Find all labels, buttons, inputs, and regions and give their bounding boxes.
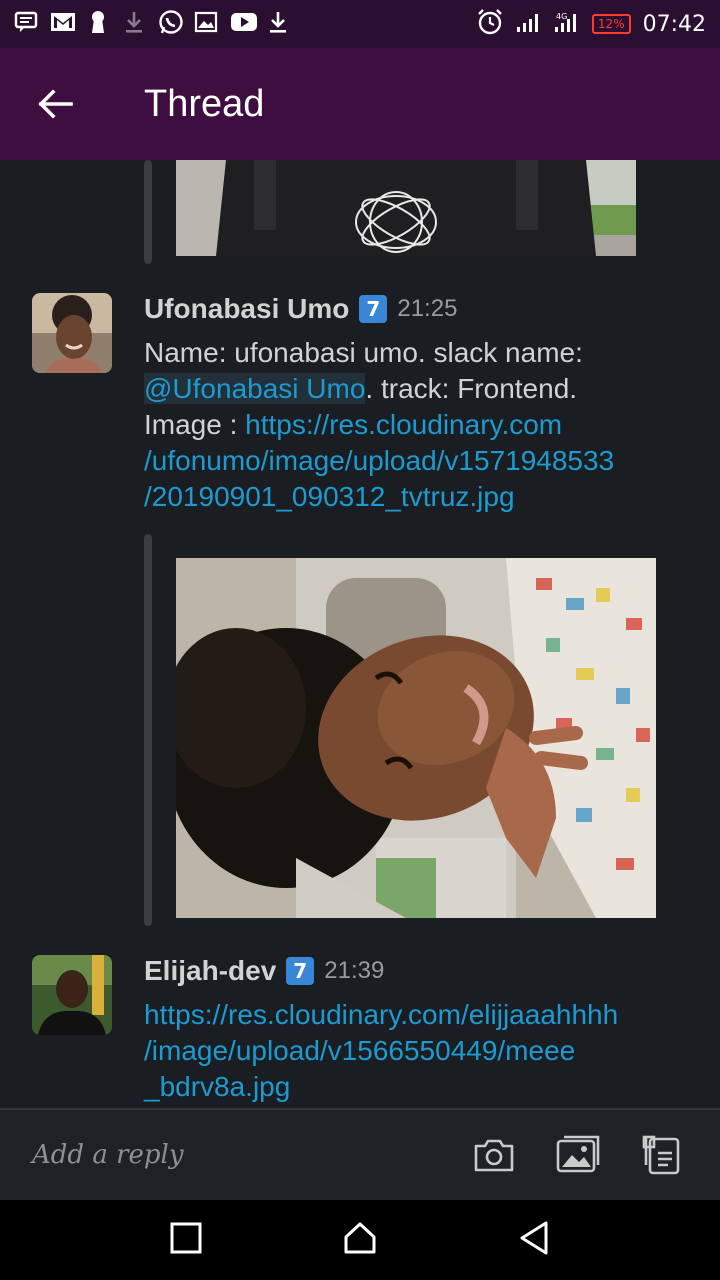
keycap-seven-emoji: 7	[359, 295, 388, 323]
avatar[interactable]	[32, 955, 112, 1035]
message-header: Ufonabasi Umo 7 21:25	[144, 293, 457, 325]
keyhole-icon	[86, 9, 110, 40]
message-text: Name: ufonabasi umo. slack name: @Ufonab…	[144, 335, 704, 515]
message-text-part: Name: ufonabasi umo. slack name:	[144, 337, 583, 368]
reply-input[interactable]: Add a reply	[32, 1140, 184, 1170]
signal-icon	[516, 11, 542, 37]
svg-text:4G: 4G	[556, 12, 567, 21]
timestamp: 21:39	[324, 957, 385, 984]
gallery-icon	[194, 11, 218, 38]
files-button[interactable]	[640, 1133, 684, 1177]
back-nav-button[interactable]	[518, 1220, 550, 1260]
home-icon	[344, 1222, 376, 1254]
gmail-icon	[50, 11, 75, 38]
arrow-left-icon	[38, 89, 73, 119]
back-button[interactable]	[0, 48, 110, 160]
attachment-image[interactable]	[176, 558, 656, 918]
image-link[interactable]: _bdrv8a.jpg	[144, 1071, 290, 1102]
battery-indicator: 12%	[591, 14, 631, 34]
message-notification-icon	[14, 11, 38, 38]
image-link[interactable]: https://res.cloudinary.com/elijjaaahhhh	[144, 999, 618, 1030]
download-icon	[266, 10, 290, 39]
timestamp: 21:25	[397, 295, 458, 322]
image-gallery-icon	[556, 1135, 600, 1173]
image-link[interactable]: https://res.cloudinary.com	[245, 409, 562, 440]
square-icon	[170, 1222, 202, 1254]
message-text-part: . track: Frontend.	[365, 373, 578, 404]
gallery-button[interactable]	[556, 1133, 600, 1177]
triangle-back-icon	[520, 1221, 548, 1255]
thread-header: Thread	[0, 48, 720, 160]
recents-button[interactable]	[170, 1222, 202, 1258]
message-header: Elijah-dev 7 21:39	[144, 955, 384, 987]
user-mention[interactable]: @Ufonabasi Umo	[144, 373, 366, 404]
message-text: https://res.cloudinary.com/elijjaaahhhh …	[144, 997, 704, 1105]
camera-icon	[474, 1139, 514, 1172]
attachment-image[interactable]	[176, 160, 636, 256]
signal-4g-icon: 4G	[554, 11, 580, 37]
page-title: Thread	[144, 82, 265, 125]
attachment-quote-bar	[144, 534, 152, 926]
attachment-quote-bar	[144, 160, 152, 264]
thread-content[interactable]: Ufonabasi Umo 7 21:25 Name: ufonabasi um…	[0, 160, 720, 1108]
status-bar: 4G 12% 07:42	[0, 0, 720, 48]
whatsapp-icon	[158, 9, 183, 40]
image-link[interactable]: /ufonumo/image/upload/v1571948533	[144, 445, 614, 476]
author-name[interactable]: Elijah-dev	[144, 955, 276, 987]
reply-bar: Add a reply	[0, 1108, 720, 1200]
system-nav-bar	[0, 1200, 720, 1280]
keycap-seven-emoji: 7	[286, 957, 315, 985]
clock: 07:42	[642, 11, 706, 37]
download-muted-icon	[122, 10, 146, 39]
image-link[interactable]: /image/upload/v1566550449/meee	[144, 1035, 575, 1066]
camera-button[interactable]	[472, 1133, 516, 1177]
alarm-icon	[476, 8, 504, 40]
home-button[interactable]	[343, 1221, 377, 1259]
author-name[interactable]: Ufonabasi Umo	[144, 293, 349, 325]
file-icon	[642, 1135, 680, 1175]
youtube-icon	[230, 12, 257, 37]
avatar[interactable]	[32, 293, 112, 373]
image-link[interactable]: /20190901_090312_tvtruz.jpg	[144, 481, 515, 512]
message-text-part: Image :	[144, 409, 246, 440]
